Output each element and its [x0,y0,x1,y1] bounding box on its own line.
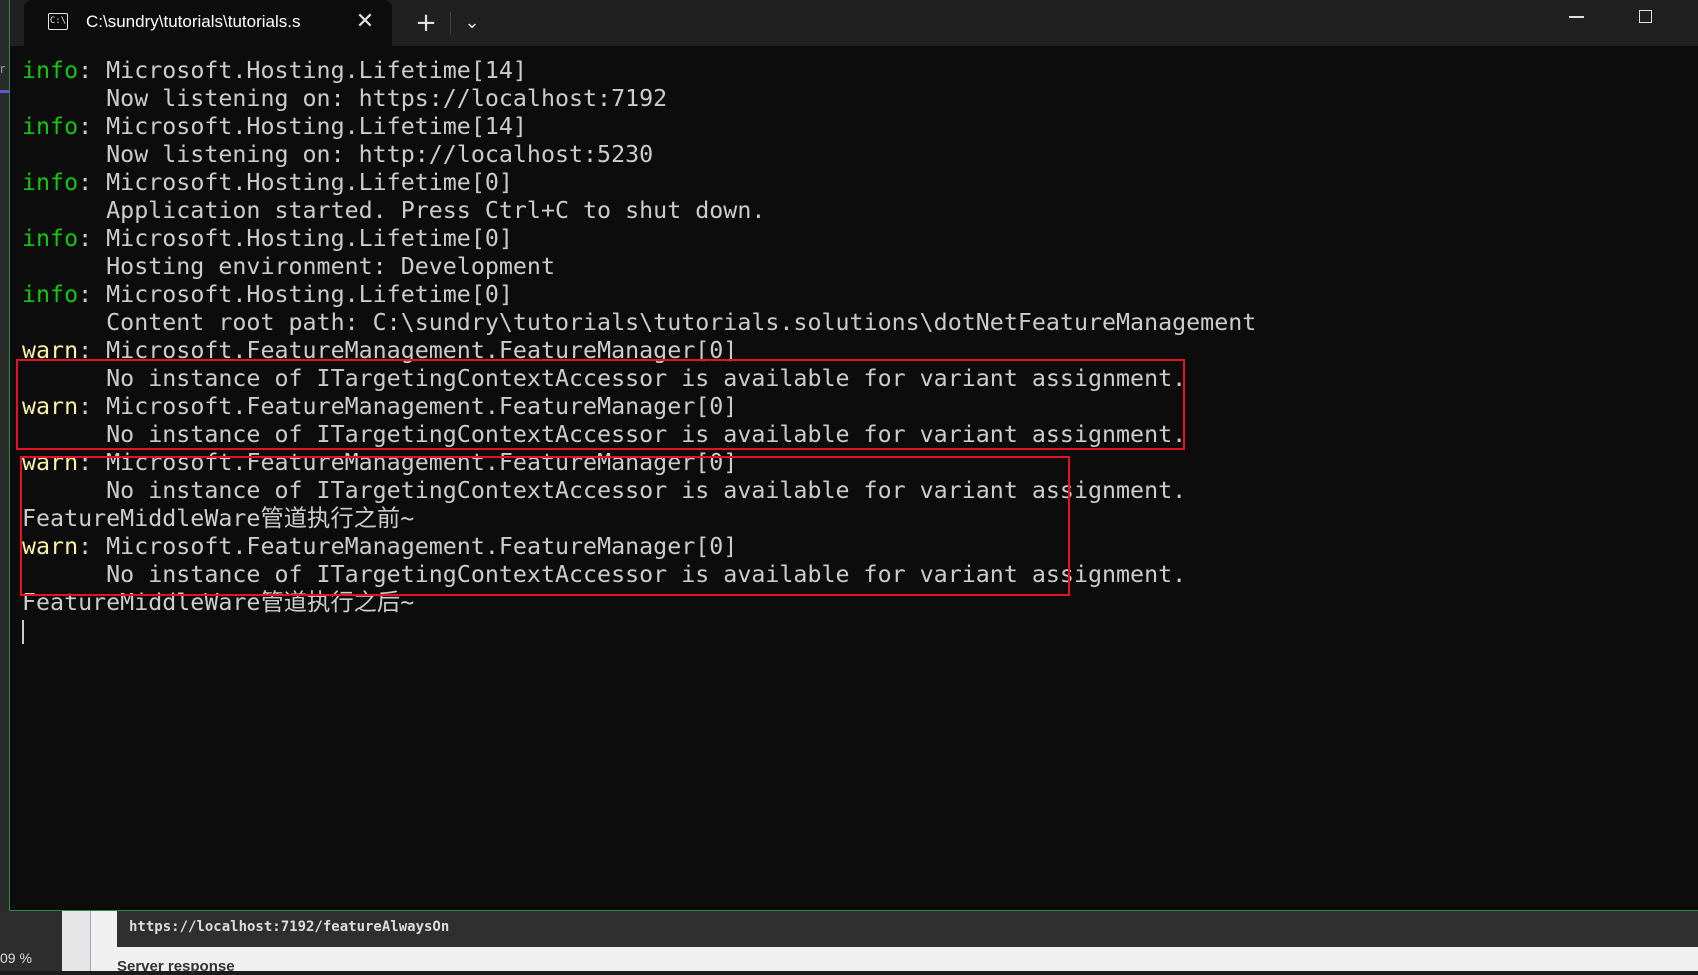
log-level-info: info [22,113,79,140]
log-message: Now listening on: http://localhost:5230 [22,141,654,168]
terminal-icon: C:\ [48,13,68,30]
background-gutter [62,911,91,971]
console-line: Now listening on: http://localhost:5230 [22,141,1682,169]
console-line: Application started. Press Ctrl+C to shu… [22,197,1682,225]
annotation-box-middleware [20,456,1070,596]
text-cursor [22,619,24,644]
maximize-button[interactable] [1626,2,1666,32]
log-level-info: info [22,57,79,84]
title-bar[interactable]: C:\ C:\sundry\tutorials\tutorials.s ✕ + … [10,0,1698,46]
log-message: : Microsoft.Hosting.Lifetime[0] [78,281,513,308]
minimize-button[interactable] [1556,2,1596,32]
console-line: info: Microsoft.Hosting.Lifetime[0] [22,225,1682,253]
maximize-icon [1639,10,1652,23]
log-level-info: info [22,281,79,308]
log-message: : Microsoft.Hosting.Lifetime[0] [78,225,513,252]
chevron-down-icon[interactable]: ⌄ [456,8,488,38]
console-line: Hosting environment: Development [22,253,1682,281]
log-message: Content root path: C:\sundry\tutorials\t… [22,309,1257,336]
zoom-level: 09 % [0,950,32,966]
terminal-window[interactable]: C:\ C:\sundry\tutorials\tutorials.s ✕ + … [9,0,1698,911]
prompt-line[interactable] [22,617,1682,645]
request-url-bar: https://localhost:7192/featureAlwaysOn [117,911,1698,947]
close-tab-icon[interactable]: ✕ [352,9,378,35]
tab-title: C:\sundry\tutorials\tutorials.s [86,12,301,31]
log-message: Application started. Press Ctrl+C to shu… [22,197,766,224]
console-line: info: Microsoft.Hosting.Lifetime[0] [22,281,1682,309]
new-tab-button[interactable]: + [410,8,442,38]
request-url: https://localhost:7192/featureAlwaysOn [129,919,450,935]
console-line: info: Microsoft.Hosting.Lifetime[14] [22,57,1682,85]
log-message: Hosting environment: Development [22,253,555,280]
log-level-info: info [22,225,79,252]
terminal-tab[interactable]: C:\ C:\sundry\tutorials\tutorials.s ✕ [24,0,392,46]
console-line: info: Microsoft.Hosting.Lifetime[0] [22,169,1682,197]
annotation-box-warnings [16,359,1185,450]
console-line: info: Microsoft.Hosting.Lifetime[14] [22,113,1682,141]
minimize-icon [1569,16,1584,18]
console-line: Content root path: C:\sundry\tutorials\t… [22,309,1682,337]
log-message: : Microsoft.Hosting.Lifetime[14] [78,57,527,84]
log-message: : Microsoft.Hosting.Lifetime[14] [78,113,527,140]
log-message: Now listening on: https://localhost:7192 [22,85,668,112]
log-message: : Microsoft.Hosting.Lifetime[0] [78,169,513,196]
tab-divider [450,12,451,34]
log-level-info: info [22,169,79,196]
console-line: Now listening on: https://localhost:7192 [22,85,1682,113]
server-response-heading: Server response [117,958,235,975]
